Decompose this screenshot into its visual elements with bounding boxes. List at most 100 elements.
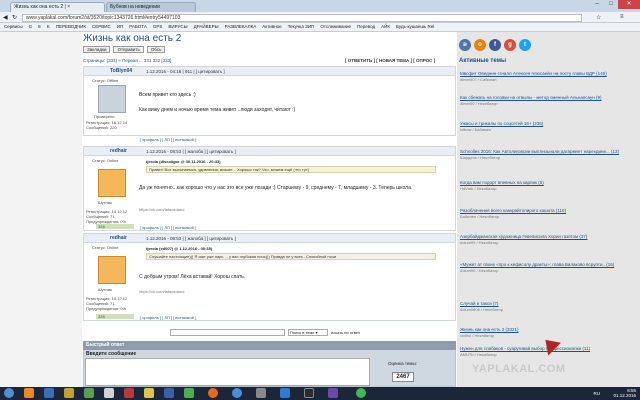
taskbar-app-icon[interactable] — [144, 388, 154, 398]
user-status: Статус: Offline — [92, 78, 119, 83]
maximize-icon[interactable]: □ — [604, 0, 618, 9]
url-input[interactable]: www.yaplakal.com/forum2/st/3520/topic134… — [22, 14, 582, 22]
bookmark-item[interactable]: ИП — [117, 24, 123, 30]
topic-actions[interactable]: [ ОТВЕТИТЬ ] [ НОВАЯ ТЕМА ] [ ОПРОС ] — [345, 58, 435, 63]
twitter-icon[interactable]: t — [519, 39, 531, 51]
active-topic-item[interactable]: Азербайджанская художница Гевеписила Хор… — [460, 234, 632, 245]
start-icon[interactable] — [4, 388, 14, 398]
search-scope-select[interactable]: Поиск в теме ▾ — [288, 329, 328, 336]
taskbar-app-icon[interactable] — [64, 388, 74, 398]
bookmark-item[interactable]: Будь-кушаешь Rel — [396, 24, 434, 30]
pagination[interactable]: Страницы: (333) « Первая ... 331 332 [33… — [83, 58, 171, 63]
bookmark-item[interactable]: ВИРУСЫ — [168, 24, 187, 30]
active-topic-item[interactable]: Мвсфит Оведнин сгналл Алексея плюсаейо н… — [460, 71, 632, 82]
taskbar-app-icon[interactable] — [328, 388, 338, 398]
post-author[interactable]: redhair — [110, 148, 127, 154]
bookmark-item[interactable]: G — [29, 24, 33, 30]
bookmark-item[interactable]: СЕРВИС — [92, 24, 111, 30]
bookmark-item[interactable]: GPS — [153, 24, 163, 30]
taskbar-app-icon[interactable] — [304, 388, 314, 398]
reload-icon[interactable]: ↻ — [12, 14, 17, 21]
user-group: Шутник — [98, 287, 112, 292]
taskbar-clock[interactable]: 8:55 01.12.2016 — [613, 388, 636, 398]
active-topic-item[interactable]: Как сбежать на головки на отвылы - метод… — [460, 95, 632, 106]
post-author[interactable]: ToBlyn04 — [110, 68, 132, 74]
search-checkbox-label[interactable]: искать по отвеч — [331, 330, 360, 335]
star-icon[interactable]: ☆ — [596, 14, 601, 21]
taskbar-app-icon[interactable] — [24, 388, 34, 398]
minimize-icon[interactable]: – — [590, 0, 604, 9]
topic-meta: redhol / Неклбатор — [460, 332, 495, 338]
topic-search: Поиск в теме ▾ искать по отвеч — [170, 329, 360, 336]
tab-inactive[interactable]: Бубнов на неведении — [106, 2, 196, 12]
user-group: Шутник — [98, 200, 112, 205]
signature-link[interactable]: https://vk.com/lafacedarui — [139, 207, 184, 212]
taskbar-app-icon[interactable] — [256, 388, 266, 398]
bookmarks-bar: Сервисы G 8 K ПЕРЕВОДЧИК СЕРВИС ИП РАБОТ… — [0, 23, 640, 32]
quick-reply-header[interactable]: Быстрый ответ — [83, 341, 456, 350]
taskbar-app-icon[interactable] — [44, 388, 54, 398]
topic-meta: HdVmb / Неклбатор — [460, 185, 497, 191]
firefox-icon[interactable] — [208, 388, 218, 398]
active-topic-item[interactable]: «Мужит ат своих «про к кефисолу дракты»:… — [460, 262, 632, 273]
bookmark-item[interactable]: РАЗВЛЕКАЛКА — [225, 24, 257, 30]
vk-icon[interactable]: в — [459, 39, 471, 51]
bookmarks-button[interactable]: Закладки — [83, 46, 111, 53]
message-textarea[interactable] — [85, 358, 370, 386]
bookmark-item[interactable]: РАБОТА — [129, 24, 147, 30]
active-topic-item[interactable]: Когда вам подорт впевных на карлик (5) Hd… — [460, 180, 632, 191]
bookmark-item[interactable]: Текучка ЗИП — [288, 24, 315, 30]
active-topic-item[interactable]: Ужасы и трикалы по соцсетей 16+ (236) lol… — [460, 121, 632, 132]
window-controls: – □ ✕ — [590, 0, 640, 9]
taskbar-app-icon[interactable] — [84, 388, 94, 398]
search-input[interactable] — [170, 329, 285, 336]
google-plus-icon[interactable]: g — [504, 39, 516, 51]
tab-active[interactable]: Жизнь как она есть 2 | × — [10, 2, 105, 12]
post-footer[interactable]: [ профиль ] [ ЛП ] [ вотэкакой ] — [140, 315, 196, 320]
chrome-icon[interactable] — [232, 388, 242, 398]
rss-button[interactable]: Обсь — [146, 46, 166, 53]
signature-link[interactable]: https://vk.com/lafacedarui — [139, 289, 184, 294]
back-icon[interactable]: ◀ — [3, 14, 8, 21]
avatar — [98, 85, 126, 113]
taskbar-app-icon[interactable] — [104, 388, 114, 398]
whatsapp-icon[interactable] — [356, 388, 366, 398]
bookmark-item[interactable]: Активное — [262, 24, 281, 30]
quote-author: tjerola (discoligor @ 30.11.2016 - 20:33… — [146, 159, 221, 164]
bookmark-item[interactable]: Перевод — [357, 24, 375, 30]
odnoklassniki-icon[interactable]: о — [474, 39, 486, 51]
taskbar-app-icon[interactable] — [184, 388, 194, 398]
bookmark-item[interactable]: ПЕРЕВОДЧИК — [56, 24, 86, 30]
clock-date: 01.12.2016 — [613, 393, 636, 398]
bookmark-item[interactable]: 8 — [38, 24, 41, 30]
menu-icon[interactable]: ≡ — [620, 14, 624, 20]
active-topic-item[interactable]: Разоблачения всего канкрайтолирого кашот… — [460, 208, 632, 219]
post-author[interactable]: redhair — [110, 235, 127, 241]
post-footer[interactable]: [ профиль ] [ ЛП ] [ вотэкакой ] — [140, 137, 196, 142]
taskbar-app-icon[interactable] — [280, 388, 290, 398]
topic-meta: Бабилел / Неклбатор — [460, 213, 500, 219]
bookmark-item[interactable]: АЙК — [381, 24, 390, 30]
language-indicator[interactable]: RU — [594, 391, 601, 396]
topic-link[interactable]: Schnolles 2016: Как Автолиговсии выплноь… — [460, 149, 632, 155]
forum-post: redhair 1.12.2016 - 08:53 | [ жалоба ] [… — [83, 233, 456, 321]
bookmark-item[interactable]: Сервисы — [4, 24, 23, 30]
watermark: YAPLAKAL.COM — [472, 363, 566, 375]
bookmark-item[interactable]: Отслеживание — [320, 24, 351, 30]
active-topics-heading: Активные темы — [459, 58, 507, 64]
quote-box: Слушайте настоящие))) Я иже уже парь ...… — [146, 253, 436, 260]
taskbar-app-icon[interactable] — [164, 388, 174, 398]
topic-link[interactable]: «Мужит ат своих «про к кефисолу дракты»:… — [460, 262, 632, 268]
active-topic-item[interactable]: Schnolles 2016: Как Автолиговсии выплноь… — [460, 149, 632, 160]
taskbar-app-icon[interactable] — [124, 388, 134, 398]
post-footer[interactable]: [ профиль ] [ ЛП ] [ вотэкакой ] — [140, 225, 196, 230]
topic-link[interactable]: Мвсфит Оведнин сгналл Алексея плюсаейо н… — [460, 71, 632, 77]
close-icon[interactable]: ✕ — [618, 0, 640, 9]
active-topic-item[interactable]: Случай в такси (7) dolum0808 / Неклбатор — [460, 301, 632, 312]
topic-meta: lolbow / Бабимел — [460, 126, 492, 132]
facebook-icon[interactable]: f — [489, 39, 501, 51]
bookmark-item[interactable]: K — [47, 24, 50, 30]
send-button[interactable]: Отправить — [113, 46, 144, 53]
bookmark-item[interactable]: ДРАЙВЕРЫ — [194, 24, 219, 30]
active-topic-item[interactable]: Жизнь как она есть 2 (3321) redhol / Некл… — [460, 327, 632, 338]
